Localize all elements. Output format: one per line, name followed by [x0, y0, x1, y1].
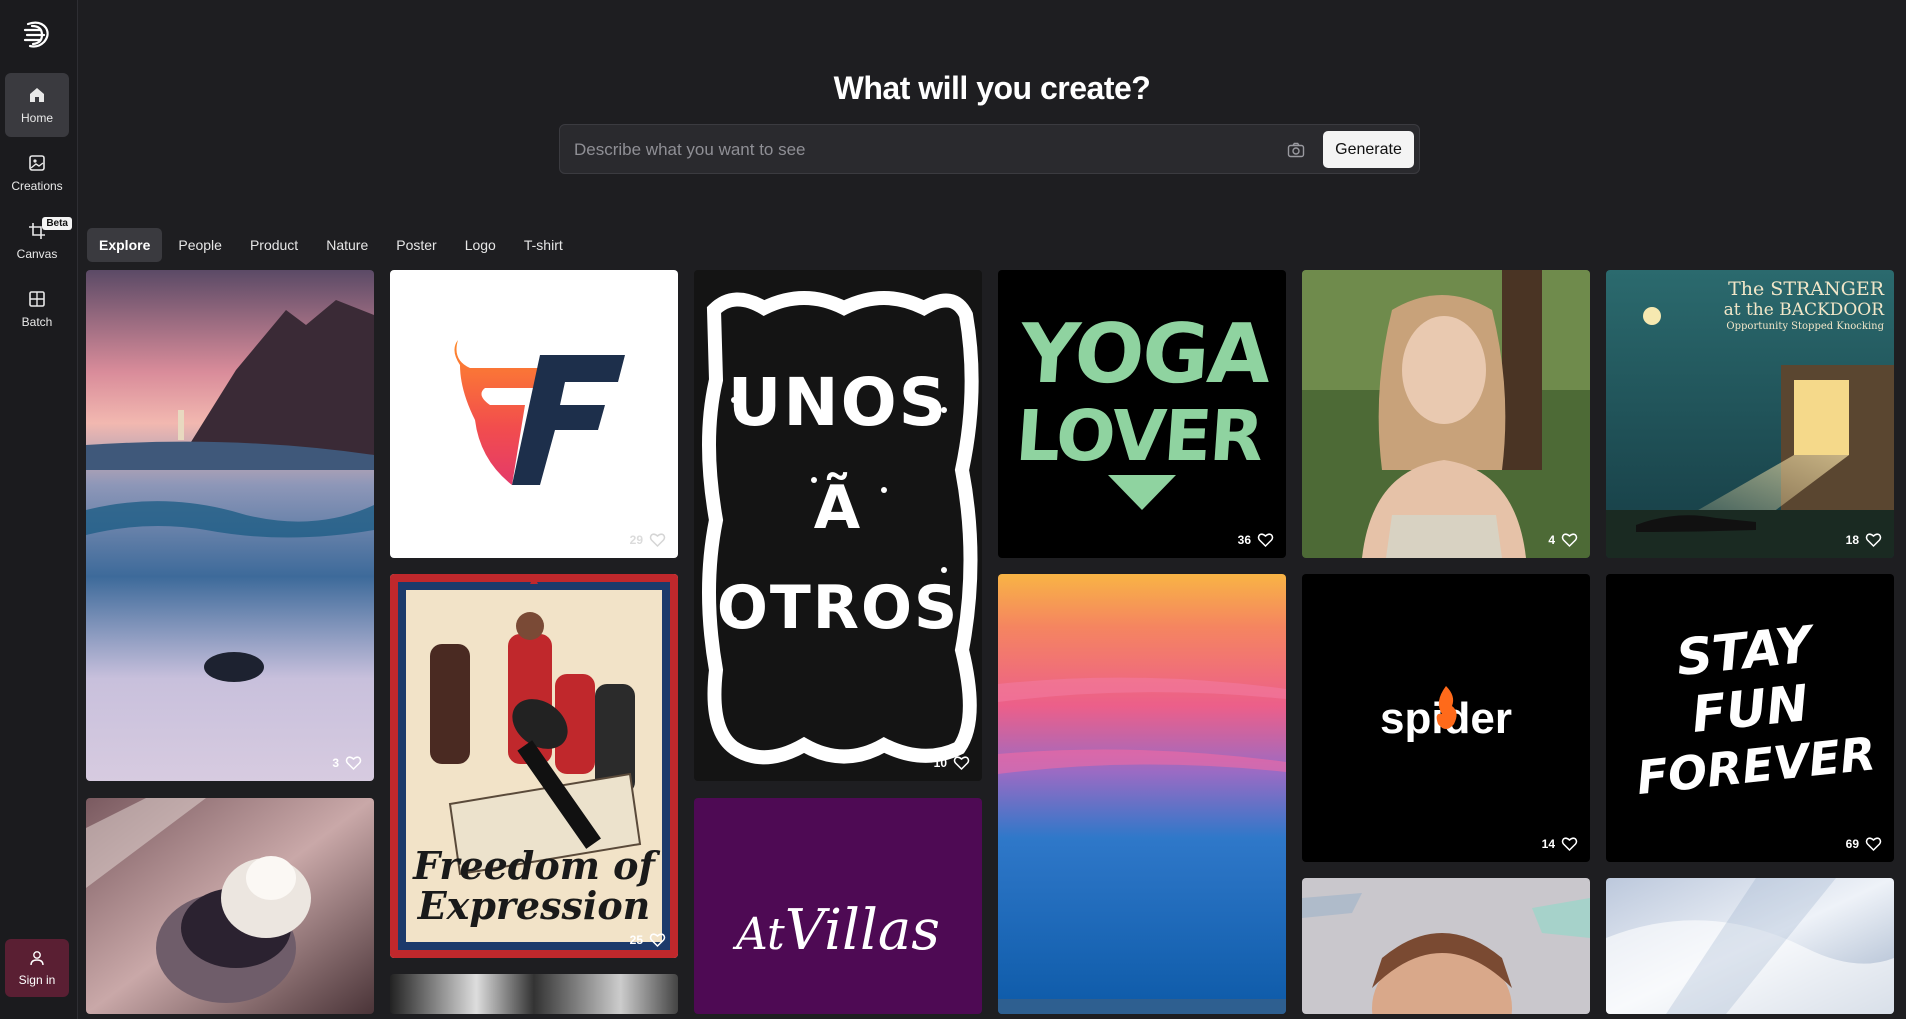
- gallery-card-face[interactable]: [1302, 878, 1590, 1014]
- like-count[interactable]: 69: [1846, 836, 1882, 852]
- villas-logo-text: AtVillas: [736, 898, 940, 963]
- tab-people[interactable]: People: [166, 228, 234, 262]
- tab-t-shirt[interactable]: T-shirt: [512, 228, 575, 262]
- prompt-input[interactable]: [574, 137, 1314, 163]
- woman-face-closeup-image: [1302, 878, 1590, 1014]
- sign-in-button[interactable]: Sign in: [5, 939, 69, 997]
- gallery-card-lighthouse[interactable]: 3: [86, 270, 374, 781]
- sunset-gradient-image: [998, 574, 1286, 1014]
- sidebar-item-label: Batch: [21, 315, 53, 329]
- gallery-card-stay-fun[interactable]: STAY FUN FOREVER 69: [1606, 574, 1894, 862]
- app-logo-icon[interactable]: [20, 18, 54, 52]
- gallery-card-sunset[interactable]: [998, 574, 1286, 1014]
- gallery-card-ff-logo[interactable]: 29: [390, 270, 678, 558]
- sidebar-item-home[interactable]: Home: [5, 73, 69, 137]
- gallery-card-bw[interactable]: [390, 974, 678, 1014]
- heart-icon: [1865, 533, 1882, 548]
- like-count[interactable]: 18: [1846, 532, 1882, 548]
- gallery-card-yoga[interactable]: YOGA LOVER 36: [998, 270, 1286, 558]
- tab-nature[interactable]: Nature: [314, 228, 380, 262]
- page-title: What will you create?: [833, 70, 1151, 106]
- heart-icon: [1257, 533, 1274, 548]
- like-count-value: 29: [629, 533, 643, 547]
- gallery-card-snow[interactable]: [1606, 878, 1894, 1014]
- gallery-card-freedom[interactable]: Freedom of Expression 25: [390, 574, 678, 958]
- poster-title: Freedom of Expression: [413, 843, 655, 928]
- monochrome-image: [390, 974, 678, 1014]
- like-count-value: 3: [332, 756, 339, 770]
- lighthouse-seascape-image: [86, 270, 374, 781]
- gallery-card-product[interactable]: [86, 798, 374, 1014]
- tab-product[interactable]: Product: [238, 228, 310, 262]
- tab-explore[interactable]: Explore: [87, 228, 163, 262]
- sidebar: Home Creations Beta Canvas Batch Sign in: [0, 0, 78, 1019]
- heart-icon: [1561, 837, 1578, 852]
- sidebar-item-label: Canvas: [16, 247, 58, 261]
- grid-image-icon: [29, 291, 45, 307]
- like-count[interactable]: 3: [332, 755, 362, 771]
- like-count[interactable]: 36: [1238, 532, 1274, 548]
- like-count-value: 10: [933, 756, 947, 770]
- gallery-card-spider[interactable]: spider 14: [1302, 574, 1590, 862]
- tab-poster[interactable]: Poster: [384, 228, 448, 262]
- unos-a-otros-text: UNOS Ã OTROS: [716, 364, 960, 643]
- sidebar-item-canvas[interactable]: Beta Canvas: [5, 209, 72, 273]
- beta-badge: Beta: [42, 217, 72, 230]
- heart-icon: [1561, 533, 1578, 548]
- stay-fun-forever-text: STAY FUN FOREVER: [1633, 615, 1879, 806]
- gallery-card-portrait[interactable]: 4: [1302, 270, 1590, 558]
- sidebar-item-batch[interactable]: Batch: [5, 277, 69, 341]
- image-icon: [29, 155, 45, 171]
- snow-texture-image: [1606, 878, 1894, 1014]
- like-count[interactable]: 25: [630, 932, 666, 948]
- like-count-value: 4: [1548, 533, 1555, 547]
- like-count[interactable]: 4: [1548, 532, 1578, 548]
- ff-flame-logo-image: [454, 340, 625, 485]
- metallic-product-image: [86, 798, 374, 1014]
- heart-icon: [345, 756, 362, 771]
- like-count-value: 25: [629, 933, 643, 947]
- like-count[interactable]: 29: [630, 532, 666, 548]
- gallery-card-stranger[interactable]: The STRANGER at the BACKDOOR Opportunity…: [1606, 270, 1894, 558]
- sidebar-item-creations[interactable]: Creations: [5, 141, 69, 205]
- home-icon: [30, 88, 44, 102]
- sidebar-item-label: Creations: [11, 179, 63, 193]
- like-count-value: 36: [1237, 533, 1251, 547]
- heart-icon: [953, 756, 970, 771]
- like-count-value: 18: [1845, 533, 1859, 547]
- like-count[interactable]: 10: [934, 755, 970, 771]
- generate-button[interactable]: Generate: [1323, 131, 1414, 168]
- like-count[interactable]: 14: [1542, 836, 1578, 852]
- heart-icon: [1865, 837, 1882, 852]
- user-icon: [30, 951, 44, 966]
- heart-shape-image: [1108, 475, 1176, 510]
- prompt-bar: Generate: [559, 124, 1420, 174]
- poster-title: The STRANGER at the BACKDOOR Opportunity…: [1723, 278, 1884, 332]
- heart-icon: [649, 933, 666, 948]
- sign-in-label: Sign in: [18, 973, 56, 987]
- category-tabs: Explore People Product Nature Poster Log…: [87, 228, 575, 262]
- gallery-card-villas[interactable]: AtVillas: [694, 798, 982, 1014]
- sidebar-item-label: Home: [20, 111, 53, 125]
- camera-icon[interactable]: [1286, 140, 1306, 160]
- tab-logo[interactable]: Logo: [453, 228, 508, 262]
- heart-icon: [649, 533, 666, 548]
- gallery-card-unos[interactable]: UNOS Ã OTROS 10: [694, 270, 982, 781]
- like-count-value: 69: [1845, 837, 1859, 851]
- woman-portrait-image: [1302, 270, 1590, 558]
- like-count-value: 14: [1541, 837, 1555, 851]
- flame-icon: [1436, 686, 1457, 729]
